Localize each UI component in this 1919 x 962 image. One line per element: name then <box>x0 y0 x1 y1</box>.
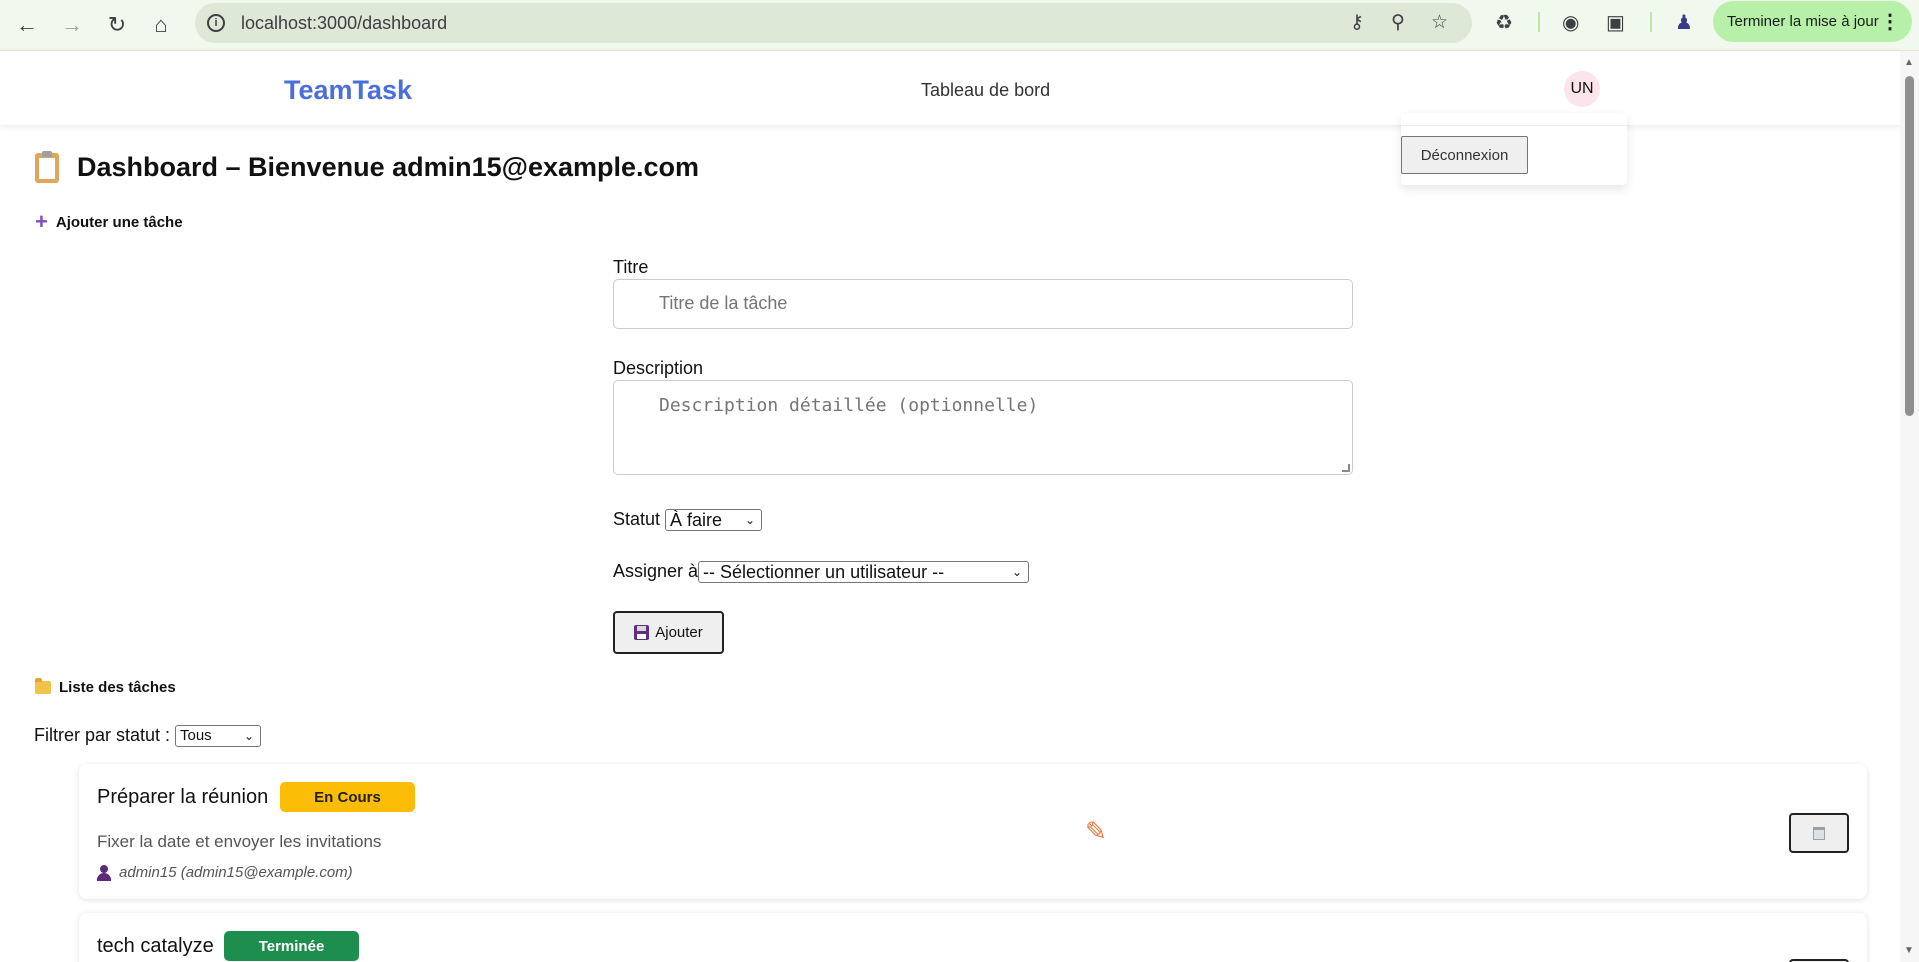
resize-handle-icon[interactable] <box>1342 464 1350 472</box>
task-card: tech catalyze Terminée <box>79 913 1867 962</box>
clipboard-icon <box>35 150 59 183</box>
assign-label: Assigner à <box>613 561 699 581</box>
task-title: tech catalyze <box>97 935 214 957</box>
update-label: Terminer la mise à jour <box>1727 13 1879 30</box>
dropdown-divider <box>1401 125 1627 126</box>
profile-icon[interactable]: ♟ <box>1675 10 1693 35</box>
nav-dashboard-link[interactable]: Tableau de bord <box>921 80 1050 101</box>
reload-icon[interactable]: ↻ <box>100 8 134 42</box>
trash-icon <box>1813 826 1825 840</box>
home-icon[interactable]: ⌂ <box>144 8 178 42</box>
add-task-label: Ajouter une tâche <box>55 213 183 231</box>
description-label: Description <box>613 358 704 378</box>
menu-dots-icon[interactable]: ⋮ <box>1880 9 1900 34</box>
task-assignee-text: admin15 (admin15@example.com) <box>119 864 353 881</box>
assign-select-value: -- Sélectionner un utilisateur -- <box>703 562 945 582</box>
chevron-down-icon: ⌄ <box>243 729 254 743</box>
folder-icon <box>35 678 51 694</box>
floppy-disk-icon <box>634 625 650 640</box>
delete-button[interactable] <box>1789 813 1849 853</box>
scroll-up-arrow-icon[interactable]: ▲ <box>1904 57 1914 68</box>
filter-label: Filtrer par statut : <box>34 725 171 745</box>
logout-button[interactable]: Déconnexion <box>1401 136 1528 174</box>
task-list-heading: Liste des tâches <box>35 678 176 696</box>
filter-select-value: Tous <box>180 727 212 744</box>
toolbar-divider <box>1538 12 1540 32</box>
back-icon[interactable]: ← <box>10 8 44 42</box>
address-bar[interactable]: i localhost:3000/dashboard ⚷ ⚲ ☆ <box>195 3 1472 43</box>
update-button[interactable]: Terminer la mise à jour ⋮ <box>1713 1 1912 42</box>
key-icon[interactable]: ⚷ <box>1350 11 1364 34</box>
description-textarea[interactable]: Description détaillée (optionnelle) <box>613 380 1353 475</box>
page-scrollbar[interactable]: ▲ ▼ <box>1900 51 1919 962</box>
chevron-down-icon: ⌄ <box>1011 565 1022 579</box>
task-card: Préparer la réunion En Cours Fixer la da… <box>79 764 1867 899</box>
zoom-icon[interactable]: ⚲ <box>1391 11 1405 34</box>
task-assignee: admin15 (admin15@example.com) <box>97 864 353 881</box>
task-title: Préparer la réunion <box>97 786 269 808</box>
task-description: Fixer la date et envoyer les invitations <box>97 832 382 851</box>
scroll-down-arrow-icon[interactable]: ▼ <box>1904 945 1914 956</box>
extensions-icon[interactable]: ♻ <box>1495 10 1513 35</box>
edit-pencil-icon[interactable]: ✎ <box>1085 816 1107 847</box>
status-select-value: À faire <box>670 510 723 530</box>
plus-icon: + <box>35 209 48 234</box>
incognito-icon[interactable]: ◉ <box>1562 10 1579 35</box>
page-title-text: Dashboard – Bienvenue admin15@example.co… <box>77 152 700 182</box>
assign-select[interactable]: -- Sélectionner un utilisateur -- ⌄ <box>698 561 1029 583</box>
user-icon <box>97 864 111 881</box>
title-label: Titre <box>613 257 649 277</box>
chevron-down-icon: ⌄ <box>744 513 755 527</box>
filter-select[interactable]: Tous ⌄ <box>175 725 261 747</box>
status-badge: Terminée <box>224 931 359 961</box>
url-text[interactable]: localhost:3000/dashboard <box>241 13 447 34</box>
forward-icon[interactable]: → <box>55 8 89 42</box>
site-info-icon[interactable]: i <box>207 14 225 32</box>
description-placeholder: Description détaillée (optionnelle) <box>659 395 1039 416</box>
page-title: Dashboard – Bienvenue admin15@example.co… <box>35 150 700 183</box>
scrollbar-thumb[interactable] <box>1905 76 1914 416</box>
add-task-button[interactable]: Ajouter <box>613 611 724 654</box>
user-dropdown-menu: Déconnexion <box>1401 113 1627 185</box>
screenshot-icon[interactable]: ▣ <box>1606 10 1625 35</box>
status-badge: En Cours <box>280 782 415 812</box>
toolbar-divider <box>1650 12 1652 32</box>
app-logo[interactable]: TeamTask <box>284 75 412 106</box>
add-task-button-label: Ajouter <box>655 624 703 641</box>
status-label: Statut <box>613 509 661 529</box>
status-select[interactable]: À faire ⌄ <box>665 509 762 531</box>
browser-toolbar: ← → ↻ ⌂ i localhost:3000/dashboard ⚷ ⚲ ☆… <box>0 0 1919 51</box>
add-task-heading: + Ajouter une tâche <box>35 211 183 233</box>
task-list-title: Liste des tâches <box>59 679 176 696</box>
bookmark-star-icon[interactable]: ☆ <box>1431 11 1448 34</box>
title-input[interactable]: Titre de la tâche <box>613 279 1353 329</box>
user-avatar[interactable]: UN <box>1564 71 1600 107</box>
